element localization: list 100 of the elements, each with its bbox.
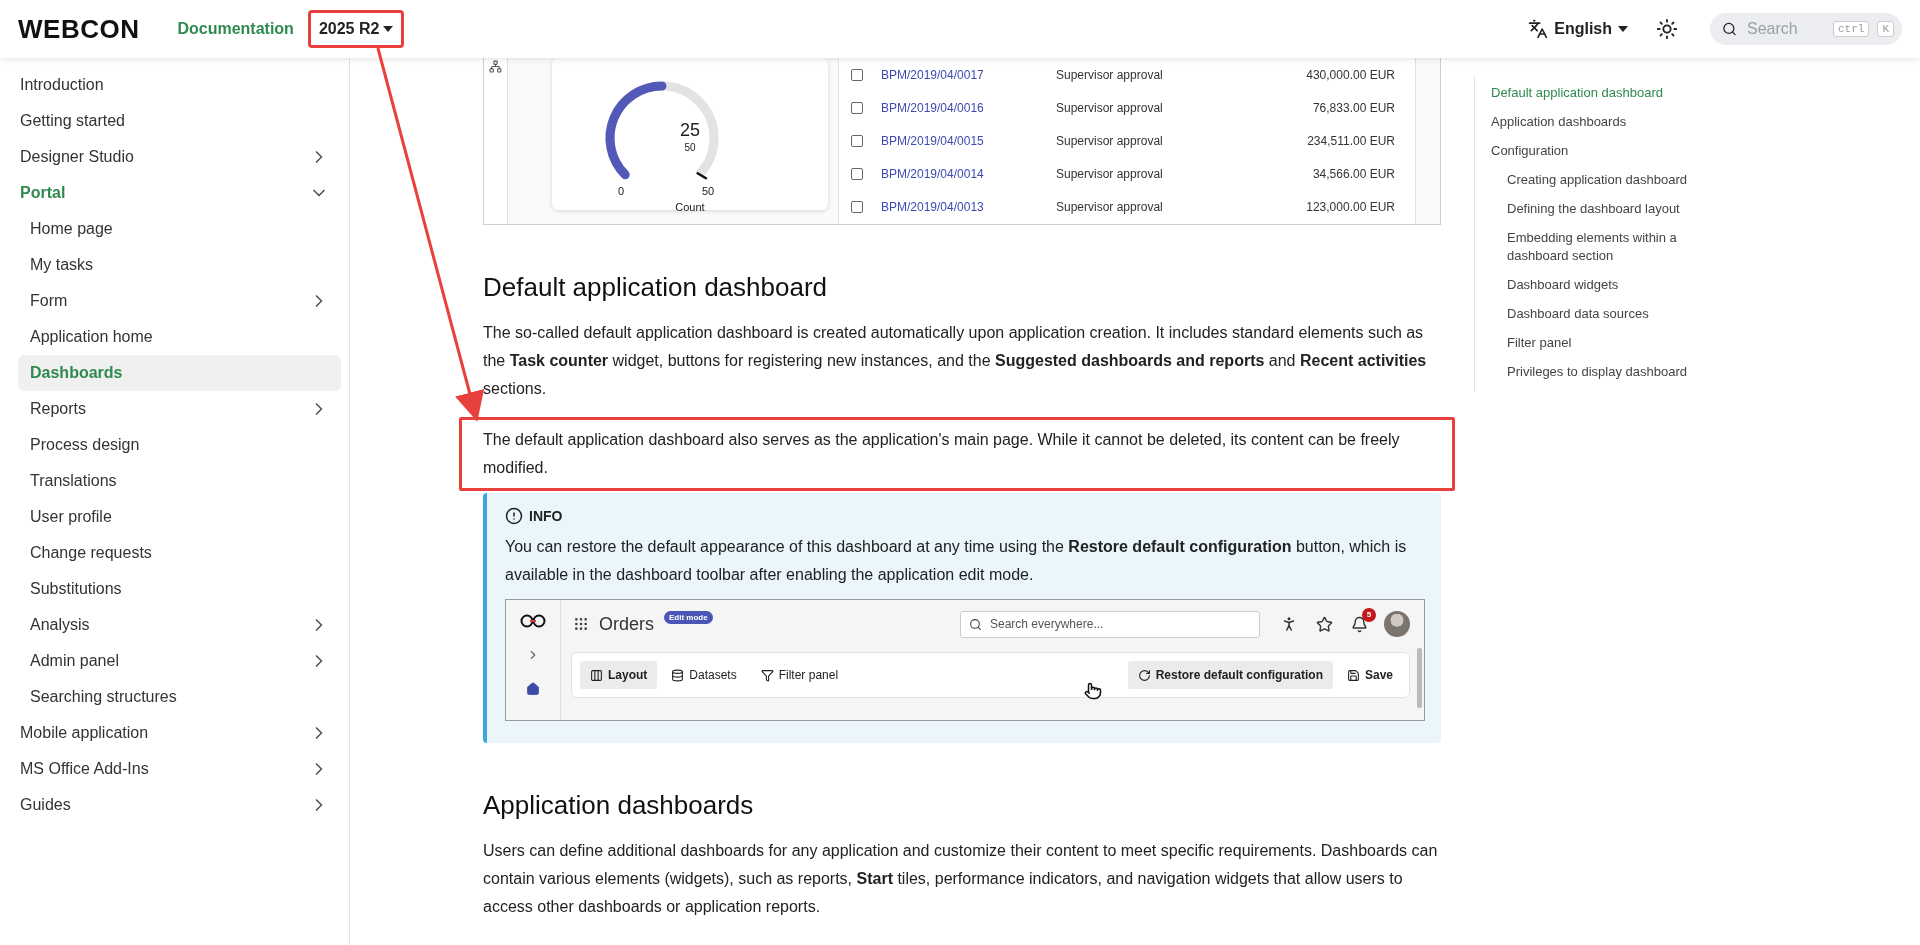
shortcut-key: ctrl [1833,21,1870,37]
row-checkbox[interactable] [851,200,863,213]
sidebar-item[interactable]: Form [18,283,341,319]
toc-link[interactable]: Privileges to display dashboard [1491,363,1741,381]
theme-toggle[interactable] [1656,18,1678,40]
row-checkbox[interactable] [851,101,863,114]
table-cell-text: Supervisor approval [1056,166,1164,181]
filter-icon [760,668,774,682]
caret-icon [383,26,394,32]
logo[interactable]: WEBCON [18,13,140,45]
gauge-target: 50 [683,142,697,153]
sidebar-item[interactable]: Process design [18,427,341,463]
app-title: Orders [599,613,654,635]
toc-link[interactable]: Dashboard widgets [1491,276,1741,294]
instance-link[interactable]: BPM/2019/04/0013 [881,199,1056,214]
sidebar-item[interactable]: Home page [18,211,341,247]
table-cell-text: Supervisor approval [1056,133,1164,148]
toolbar-button[interactable]: Restore default configuration [1127,661,1333,689]
search-icon [969,617,982,631]
sidebar-item[interactable]: Substitutions [18,571,341,607]
app-grid-icon[interactable] [573,616,589,632]
sidebar-item[interactable]: Dashboards [18,355,341,391]
scrollbar [1417,648,1422,708]
toc-link[interactable]: Filter panel [1491,334,1741,352]
mode-badge: Edit mode [664,610,713,624]
sidebar-item[interactable]: Application home [18,319,341,355]
table-cell-text: 34,566.00 EUR [1311,166,1396,181]
table-cell-text: 234,511.00 EUR [1306,133,1396,148]
toolbar-button[interactable]: Filter panel [750,661,849,689]
sidebar-item[interactable]: Translations [18,463,341,499]
sidebar-item[interactable]: Admin panel [18,643,341,679]
section-heading: Default application dashboard [483,271,829,304]
sidebar-item[interactable]: MS Office Add-Ins [20,751,341,787]
table-cell-text: 123,000.00 EUR [1305,199,1396,214]
caret-icon [1618,26,1628,32]
star-icon[interactable] [1316,615,1333,633]
table-cell-text: Supervisor approval [1056,67,1164,82]
sidebar-item[interactable]: Designer Studio [20,139,341,175]
instance-link[interactable]: BPM/2019/04/0014 [881,166,1056,181]
gauge-label: Count [674,201,706,213]
sidebar-item[interactable]: Searching structures [18,679,341,715]
toc-link[interactable]: Default application dashboard [1491,84,1791,102]
sidebar-item[interactable]: Reports [18,391,341,427]
toolbar-button[interactable]: Save [1336,661,1403,689]
gauge-value: 25 [679,120,701,141]
toc-link[interactable]: Creating application dashboard [1491,171,1741,189]
section-heading: Application dashboards [483,789,755,822]
row-checkbox[interactable] [851,134,863,147]
save-icon [1346,668,1360,682]
instance-link[interactable]: BPM/2019/04/0017 [881,67,1056,82]
avatar[interactable] [1384,611,1410,637]
sidebar-item[interactable]: Mobile application [20,715,341,751]
toc-link[interactable]: Defining the dashboard layout [1491,200,1741,218]
row-checkbox[interactable] [851,68,863,81]
home-icon[interactable] [526,682,540,696]
search-input[interactable]: Search [1745,19,1825,39]
callout-text: You can restore the default appearance of this dashboard at any time using the Restore default configuration button, which is available in the dashboard toolbar after enabling the application edit mode. [505,537,1408,585]
notification-badge: 5 [1362,607,1376,622]
instance-link[interactable]: BPM/2019/04/0015 [881,133,1056,148]
paragraph: The so-called default application dashboard is created automatically upon application creation. It includes standard elements such as the Task counter widget, buttons for registering new instances, and the Suggested dashboards and reports and Recent activities sections. [483,323,1428,399]
gauge-tick [696,171,708,180]
table-cell-text: 430,000.00 EUR [1305,67,1396,82]
table-cell-text: Supervisor approval [1056,199,1164,214]
sidebar-item[interactable]: Analysis [18,607,341,643]
gauge-max-label: 50 [702,185,715,197]
sidebar-item[interactable]: Portal [20,175,341,211]
shortcut-key: K [1877,21,1894,37]
language-dropdown[interactable]: English [1522,18,1634,40]
sidebar-item[interactable]: My tasks [18,247,341,283]
toolbar-button[interactable]: Datasets [661,661,747,689]
table-cell-text: Supervisor approval [1056,100,1164,115]
search-input[interactable]: Search everywhere... [988,616,1228,632]
search-icon [1722,20,1737,38]
gauge-min-label: 0 [618,185,625,197]
sidebar-item[interactable]: Getting started [20,103,341,139]
nav-link[interactable]: Documentation [177,20,294,38]
info-icon [505,507,523,525]
version-dropdown[interactable]: 2025 R2 [307,10,405,48]
sidebar-item[interactable]: Guides [20,787,341,823]
row-checkbox[interactable] [851,167,863,180]
database-icon [671,668,685,682]
sidebar-item[interactable]: Change requests [18,535,341,571]
toc-link[interactable]: Embedding elements within a dashboard section [1491,229,1741,265]
search-field[interactable]: Search everywhere... [960,610,1260,638]
bell-icon[interactable] [1351,615,1368,633]
network-icon [489,60,502,73]
paragraph: The default application dashboard also serves as the application's main page. While it cannot be deleted, its content can be freely modified. [459,417,1455,491]
sidebar-item[interactable]: User profile [18,499,341,535]
table-cell-text: 76,833.00 EUR [1311,100,1396,115]
toc-link[interactable]: Configuration [1491,142,1791,160]
sun-icon [1656,18,1678,40]
sidebar-item[interactable]: Introduction [20,67,341,103]
toc-link[interactable]: Application dashboards [1491,113,1791,131]
callout-title: INFO [529,508,563,524]
toolbar-button[interactable]: Layout [580,661,658,689]
translate-icon [1528,19,1549,39]
instance-link[interactable]: BPM/2019/04/0016 [881,100,1056,115]
toc-link[interactable]: Dashboard data sources [1491,305,1741,323]
columns-icon [590,668,603,682]
logo-icon [520,614,546,628]
